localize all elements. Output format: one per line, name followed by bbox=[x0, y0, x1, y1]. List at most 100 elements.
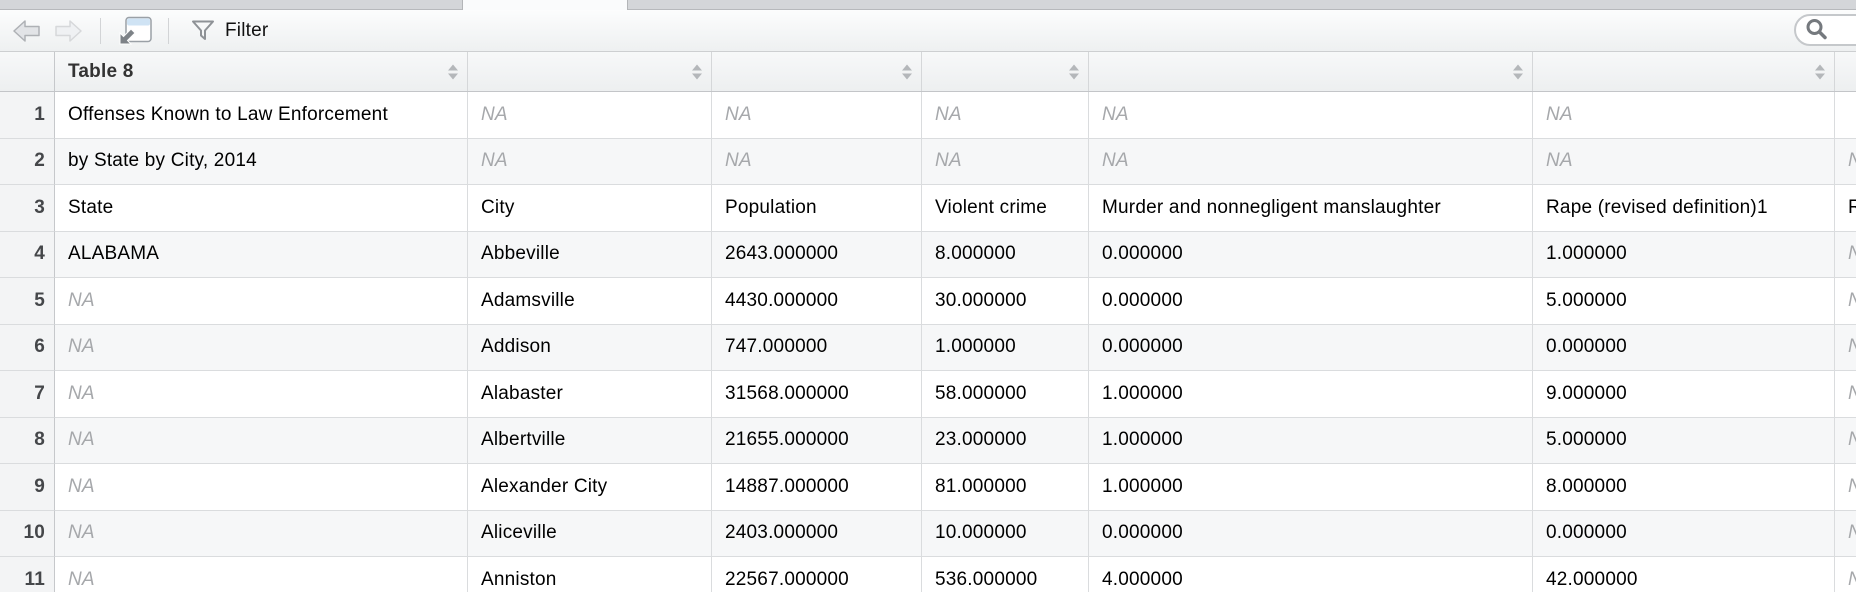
table-cell: 1.000000 bbox=[1089, 417, 1533, 464]
table-cell: 30.000000 bbox=[922, 278, 1089, 325]
table-row: 9 NA Alexander City 14887.000000 81.000000 1.… bbox=[0, 464, 1856, 511]
table-row: 2by State by City, 2014NANANANANANA bbox=[0, 138, 1856, 185]
table-cell: 0.000000 bbox=[1533, 510, 1835, 557]
table-cell: NA bbox=[55, 324, 468, 371]
filter-funnel-icon bbox=[192, 20, 214, 40]
search-input[interactable] bbox=[1794, 14, 1856, 46]
table-cell: NA bbox=[1835, 324, 1856, 371]
row-number: 3 bbox=[0, 185, 55, 232]
sort-arrows-icon bbox=[448, 64, 458, 79]
back-arrow-icon bbox=[13, 19, 40, 42]
table-cell: 536.000000 bbox=[922, 557, 1089, 592]
table-cell: 10.000000 bbox=[922, 510, 1089, 557]
toolbar-separator bbox=[168, 17, 169, 44]
table-cell: 1.000000 bbox=[922, 324, 1089, 371]
table-cell: NA bbox=[1089, 92, 1533, 139]
table-row: 3 State City Population Violent crime Murder … bbox=[0, 185, 1856, 232]
table-row: 7 NA Alabaster 31568.000000 58.000000 1.00000… bbox=[0, 371, 1856, 418]
data-viewer-pane: Filter Table 8 1 Offenses Known to Law En… bbox=[0, 0, 1856, 592]
table-cell: NA bbox=[468, 138, 712, 185]
table-cell: 8.000000 bbox=[1533, 464, 1835, 511]
filter-button[interactable]: Filter bbox=[191, 19, 268, 42]
row-number: 10 bbox=[0, 510, 55, 557]
viewer-toolbar: Filter bbox=[0, 10, 1856, 52]
table-cell: NA bbox=[1533, 92, 1835, 139]
table-cell: 9.000000 bbox=[1533, 371, 1835, 418]
table-cell: 2403.000000 bbox=[712, 510, 922, 557]
table-cell: by State by City, 2014 bbox=[55, 138, 468, 185]
table-cell: NA bbox=[1835, 278, 1856, 325]
table-cell: 2643.000000 bbox=[712, 231, 922, 278]
table-cell: NA bbox=[468, 92, 712, 139]
table-cell: Murder and nonnegligent manslaughter bbox=[1089, 185, 1533, 232]
table-cell: 1.000000 bbox=[1089, 371, 1533, 418]
table-cell: NA bbox=[55, 417, 468, 464]
table-cell: City bbox=[468, 185, 712, 232]
table-cell: NA bbox=[1835, 464, 1856, 511]
sort-arrows-icon bbox=[1513, 64, 1523, 79]
table-cell: NA bbox=[1835, 371, 1856, 418]
table-cell: 4430.000000 bbox=[712, 278, 922, 325]
table-cell: 0.000000 bbox=[1089, 278, 1533, 325]
header-cell-col5[interactable] bbox=[1089, 52, 1533, 91]
table-cell: NA bbox=[922, 138, 1089, 185]
toolbar-separator bbox=[100, 17, 101, 44]
forward-button[interactable] bbox=[54, 19, 82, 43]
table-cell: Anniston bbox=[468, 557, 712, 592]
table-cell: 58.000000 bbox=[922, 371, 1089, 418]
header-cell-col1[interactable]: Table 8 bbox=[55, 52, 468, 91]
table-row: 5 NA Adamsville 4430.000000 30.000000 0.00000… bbox=[0, 278, 1856, 325]
header-cell-col3[interactable] bbox=[712, 52, 922, 91]
table-cell: NA bbox=[712, 92, 922, 139]
popout-icon bbox=[119, 16, 152, 44]
header-cell-rownum bbox=[0, 52, 55, 91]
row-number: 5 bbox=[0, 278, 55, 325]
table-cell: NA bbox=[1835, 557, 1856, 592]
table-cell: 0.000000 bbox=[1089, 324, 1533, 371]
table-cell: NA bbox=[1089, 138, 1533, 185]
sort-arrows-icon bbox=[902, 64, 912, 79]
table-cell: 81.000000 bbox=[922, 464, 1089, 511]
table-cell: Addison bbox=[468, 324, 712, 371]
row-number: 1 bbox=[0, 92, 55, 139]
header-cell-col4[interactable] bbox=[922, 52, 1089, 91]
table-cell: 8.000000 bbox=[922, 231, 1089, 278]
table-cell: NA bbox=[55, 510, 468, 557]
sort-arrows-icon bbox=[1069, 64, 1079, 79]
grid-header-row: Table 8 bbox=[0, 52, 1856, 92]
active-tab-edge[interactable] bbox=[462, 0, 628, 10]
table-cell: Albertville bbox=[468, 417, 712, 464]
row-number: 6 bbox=[0, 324, 55, 371]
table-cell: Population bbox=[712, 185, 922, 232]
table-cell: NA bbox=[922, 92, 1089, 139]
table-cell: 1.000000 bbox=[1533, 231, 1835, 278]
header-cell-col2[interactable] bbox=[468, 52, 712, 91]
table-cell: R bbox=[1835, 185, 1856, 232]
table-cell: ALABAMA bbox=[55, 231, 468, 278]
row-number: 2 bbox=[0, 138, 55, 185]
back-button[interactable] bbox=[13, 19, 41, 43]
table-cell: 14887.000000 bbox=[712, 464, 922, 511]
row-number: 8 bbox=[0, 417, 55, 464]
table-cell: 0.000000 bbox=[1533, 324, 1835, 371]
table-cell: 0.000000 bbox=[1089, 231, 1533, 278]
tab-strip bbox=[0, 0, 1856, 10]
table-cell: 42.000000 bbox=[1533, 557, 1835, 592]
search-icon bbox=[1806, 19, 1827, 40]
table-cell: Abbeville bbox=[468, 231, 712, 278]
table-cell: NA bbox=[712, 138, 922, 185]
row-number: 4 bbox=[0, 231, 55, 278]
table-cell: Adamsville bbox=[468, 278, 712, 325]
sort-arrows-icon bbox=[692, 64, 702, 79]
data-grid: Table 8 1 Offenses Known to Law Enforceme… bbox=[0, 52, 1856, 592]
table-row: 4 ALABAMA Abbeville 2643.000000 8.000000 0.00… bbox=[0, 231, 1856, 278]
table-cell: 747.000000 bbox=[712, 324, 922, 371]
filter-button-label: Filter bbox=[225, 19, 269, 41]
header-cell-col6[interactable] bbox=[1533, 52, 1835, 91]
popout-button[interactable] bbox=[116, 16, 153, 46]
table-cell: 0.000000 bbox=[1089, 510, 1533, 557]
table-cell: Aliceville bbox=[468, 510, 712, 557]
table-cell: State bbox=[55, 185, 468, 232]
forward-arrow-icon bbox=[55, 19, 82, 42]
table-cell: NA bbox=[55, 371, 468, 418]
